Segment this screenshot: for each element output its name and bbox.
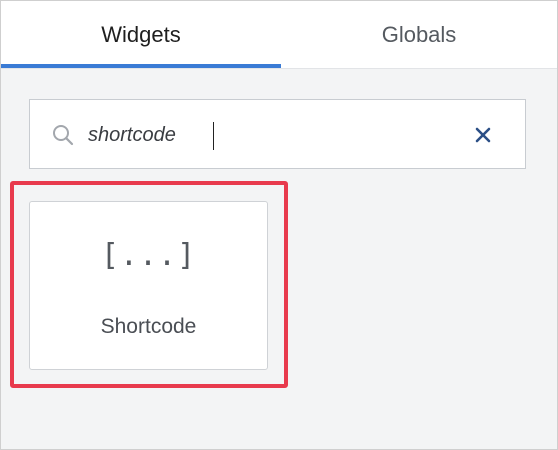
widget-shortcode-label: Shortcode <box>100 315 197 338</box>
close-icon[interactable] <box>474 126 492 144</box>
shortcode-icon: [...] <box>100 238 197 273</box>
tab-globals-label: Globals <box>381 21 457 47</box>
panel-tabs: Widgets Globals <box>1 1 557 69</box>
search-input[interactable] <box>88 118 468 152</box>
widget-panel: Widgets Globals [...] Shortcode <box>0 0 558 450</box>
tab-widgets[interactable]: Widgets <box>1 1 281 68</box>
text-caret <box>213 122 214 150</box>
search-icon <box>53 125 74 146</box>
widgets-panel-body: [...] Shortcode <box>1 69 557 449</box>
tab-widgets-label: Widgets <box>101 21 181 47</box>
widget-shortcode[interactable]: [...] Shortcode <box>29 201 268 370</box>
widget-search-box <box>29 99 526 169</box>
tab-globals[interactable]: Globals <box>281 1 557 68</box>
